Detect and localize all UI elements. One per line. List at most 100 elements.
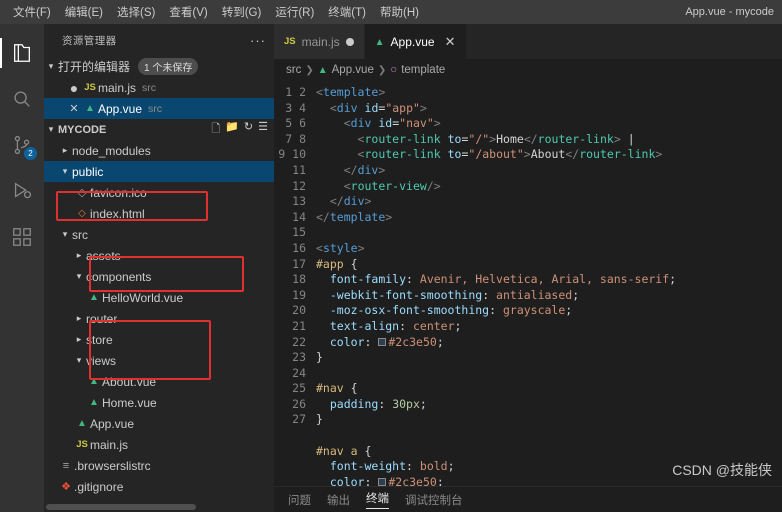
breadcrumb-src[interactable]: src (286, 64, 301, 76)
js-file-icon: JS (76, 439, 88, 450)
dirty-indicator-icon (345, 37, 354, 46)
explorer-title: 资源管理器 (62, 34, 117, 47)
breadcrumb-file[interactable]: App.vue (332, 64, 374, 76)
tree-item-label: About.vue (102, 374, 157, 389)
tree-item-about-vue[interactable]: ▲ About.vue (44, 371, 274, 392)
tree-item-main-js[interactable]: JS main.js (44, 434, 274, 455)
menu-terminal[interactable]: 终端(T) (321, 2, 373, 22)
explorer-icon[interactable] (0, 30, 44, 76)
tree-item-components[interactable]: ▾ components (44, 266, 274, 287)
panel-tab-debug-console[interactable]: 调试控制台 (405, 492, 463, 508)
tree-item-index-html[interactable]: ◇ index.html (44, 203, 274, 224)
open-editor-folder: src (148, 102, 163, 115)
chevron-right-icon: ▸ (76, 334, 82, 344)
menu-view[interactable]: 查看(V) (162, 2, 214, 22)
editor-area: JS main.js ▲ App.vue ✕ src ❯ ▲ App.vue ❯… (274, 24, 782, 512)
menu-bar[interactable]: 文件(F) 编辑(E) 选择(S) 查看(V) 转到(G) 运行(R) 终端(T… (6, 2, 426, 22)
breadcrumb[interactable]: src ❯ ▲ App.vue ❯ ○ template (274, 59, 782, 81)
search-icon[interactable] (0, 76, 44, 122)
menu-go[interactable]: 转到(G) (215, 2, 269, 22)
tree-item-src[interactable]: ▾ src (44, 224, 274, 245)
tree-item-browserslistrc[interactable]: ≡ .browserslistrc (44, 455, 274, 476)
tree-item-label: .gitignore (74, 479, 124, 494)
window-title: App.vue - mycode (685, 6, 774, 18)
tree-item-label: store (86, 332, 113, 347)
menu-edit[interactable]: 编辑(E) (58, 2, 110, 22)
close-icon[interactable]: ✕ (66, 102, 82, 115)
sidebar-horizontal-scrollbar[interactable] (44, 502, 274, 512)
source-control-icon[interactable]: 2 (0, 122, 44, 168)
close-icon[interactable]: ✕ (445, 34, 456, 50)
tab-label: main.js (301, 34, 340, 49)
menu-file[interactable]: 文件(F) (6, 2, 58, 22)
open-editor-app-vue[interactable]: ✕ ▲ App.vue src (44, 98, 274, 119)
tree-item-label: App.vue (90, 416, 135, 431)
panel-tab-problems[interactable]: 问题 (288, 492, 311, 508)
tree-item-home-vue[interactable]: ▲ Home.vue (44, 392, 274, 413)
js-file-icon: JS (284, 36, 296, 47)
extensions-icon[interactable] (0, 214, 44, 260)
tree-item-label: favicon.ico (90, 185, 147, 200)
section-open-editors[interactable]: ▾ 打开的编辑器 1 个未保存 (44, 56, 274, 77)
tree-item-app-vue[interactable]: ▲ App.vue (44, 413, 274, 434)
run-debug-icon[interactable] (0, 168, 44, 214)
chevron-down-icon: ▾ (48, 124, 54, 134)
tree-item-label: router (86, 311, 118, 326)
tree-item-label: assets (86, 248, 121, 263)
project-root-mycode[interactable]: ▾ MYCODE 🗋 📁 ↻ ☰ (44, 119, 274, 140)
chevron-right-icon: ❯ (377, 64, 387, 76)
config-file-icon: ≡ (62, 459, 70, 472)
chevron-down-icon: ▾ (76, 271, 82, 281)
tree-item-label: index.html (90, 206, 145, 221)
explorer-header: 资源管理器 ··· (44, 24, 274, 56)
open-editor-folder: src (142, 81, 157, 94)
panel-tab-output[interactable]: 输出 (327, 492, 350, 508)
chevron-right-icon: ▸ (76, 313, 82, 323)
open-editors-label: 打开的编辑器 (58, 60, 131, 74)
chevron-down-icon: ▾ (62, 166, 68, 176)
symbol-icon: ○ (390, 64, 398, 76)
code-content[interactable]: <template> <div id="app"> <div id="nav">… (316, 81, 782, 486)
editor-tab-bar: JS main.js ▲ App.vue ✕ (274, 24, 782, 59)
tree-item-gitignore[interactable]: ❖ .gitignore (44, 476, 274, 497)
refresh-icon[interactable]: ↻ (244, 120, 253, 139)
tree-item-label: views (86, 353, 117, 368)
chevron-down-icon: ▾ (62, 229, 68, 239)
tree-item-store[interactable]: ▸ store (44, 329, 274, 350)
chevron-down-icon: ▾ (48, 61, 54, 71)
tree-item-helloworld-vue[interactable]: ▲ HelloWorld.vue (44, 287, 274, 308)
tab-app-vue[interactable]: ▲ App.vue ✕ (364, 24, 467, 59)
tree-item-favicon[interactable]: ◇ favicon.ico (44, 182, 274, 203)
new-folder-icon[interactable]: 📁 (225, 120, 239, 139)
tree-item-public[interactable]: ▾ public (44, 161, 274, 182)
open-editor-main-js[interactable]: ● JS main.js src (44, 77, 274, 98)
tree-item-label: src (72, 227, 88, 242)
explorer-more-icon[interactable]: ··· (250, 33, 266, 48)
explorer-actions[interactable]: 🗋 📁 ↻ ☰ (211, 120, 268, 139)
tree-item-assets[interactable]: ▸ assets (44, 245, 274, 266)
menu-selection[interactable]: 选择(S) (110, 2, 162, 22)
code-editor[interactable]: 1 2 3 4 5 6 7 8 9 10 11 12 13 14 15 16 1… (274, 81, 782, 486)
tree-item-router[interactable]: ▸ router (44, 308, 274, 329)
watermark: CSDN @技能侠 (672, 462, 772, 478)
tab-label: App.vue (390, 35, 435, 49)
menu-help[interactable]: 帮助(H) (373, 2, 426, 22)
chevron-right-icon: ▸ (76, 250, 82, 260)
breadcrumb-symbol[interactable]: template (401, 64, 445, 76)
tree-item-label: .browserslistrc (74, 458, 151, 473)
tree-item-label: components (86, 269, 152, 284)
tree-item-node_modules[interactable]: ▸ node_modules (44, 140, 274, 161)
open-editor-label: App.vue (98, 101, 143, 116)
tree-item-label: main.js (90, 437, 129, 452)
activity-bar: 2 (0, 24, 44, 512)
collapse-all-icon[interactable]: ☰ (258, 120, 268, 139)
chevron-down-icon: ▾ (76, 355, 82, 365)
vue-file-icon: ▲ (77, 418, 87, 429)
new-file-icon[interactable]: 🗋 (211, 120, 220, 139)
title-bar: 文件(F) 编辑(E) 选择(S) 查看(V) 转到(G) 运行(R) 终端(T… (0, 0, 782, 24)
tree-item-views[interactable]: ▾ views (44, 350, 274, 371)
vue-file-icon: ▲ (89, 292, 99, 303)
panel-tab-terminal[interactable]: 终端 (366, 490, 389, 509)
menu-run[interactable]: 运行(R) (268, 2, 321, 22)
tab-main-js[interactable]: JS main.js (274, 24, 365, 59)
